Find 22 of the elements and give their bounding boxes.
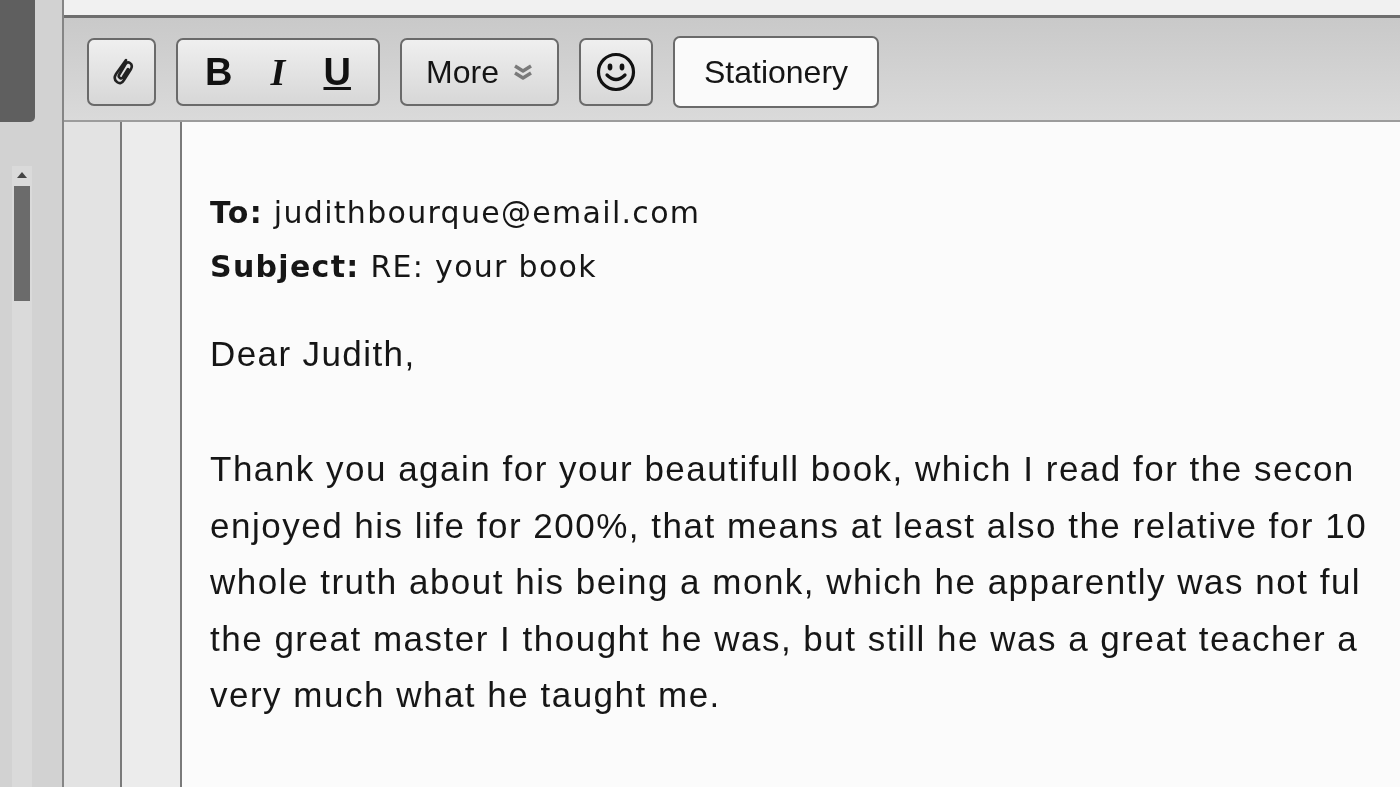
subject-value: RE: your book <box>370 249 597 284</box>
double-chevron-icon <box>512 64 533 80</box>
subject-label: Subject: <box>210 249 360 284</box>
body-text-line: very much what he taught me. <box>210 674 722 716</box>
greeting-text: Dear Judith, <box>210 333 417 375</box>
more-button[interactable]: More <box>400 38 559 106</box>
attach-button[interactable] <box>87 38 156 106</box>
body-text-line: Thank you again for your beautifull book, which I read for the secon <box>210 448 1356 490</box>
body-text-line: the great master I thought he was, but still he was a great teacher a <box>210 617 1360 660</box>
stationery-button[interactable]: Stationery <box>673 36 879 108</box>
body-text-line: enjoyed his life for 200%, that means at least also the relative for 10 <box>210 504 1369 547</box>
to-label: To: <box>210 195 263 230</box>
to-value: judithbourque@email.com <box>273 195 701 230</box>
underline-button[interactable]: U <box>317 53 357 91</box>
emoji-button[interactable] <box>579 38 653 106</box>
scrollbar-thumb[interactable] <box>14 186 30 301</box>
body-text-line: whole truth about his being a monk, which he apparently was not ful <box>210 561 1363 603</box>
smiley-icon <box>596 52 636 92</box>
scrollbar[interactable] <box>12 166 32 787</box>
italic-button[interactable]: I <box>264 53 292 91</box>
bold-button[interactable]: B <box>199 53 239 91</box>
scroll-up-arrow-icon[interactable] <box>17 172 27 178</box>
